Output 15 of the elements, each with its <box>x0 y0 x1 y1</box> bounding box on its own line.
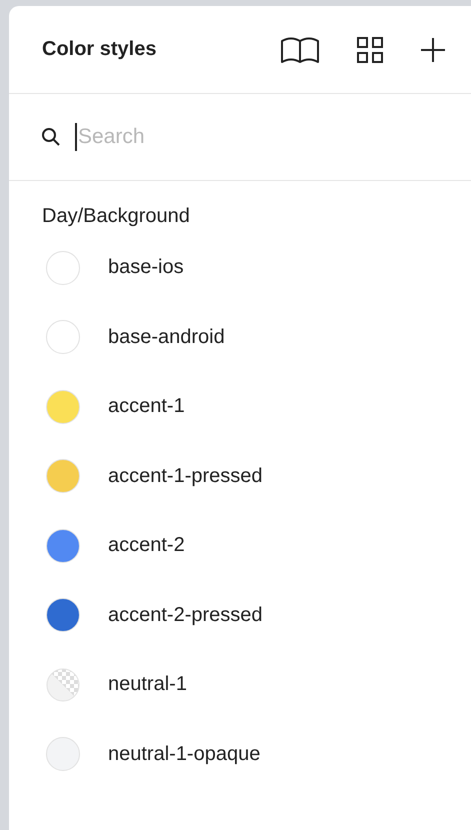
style-name[interactable]: neutral-1-opaque <box>108 742 260 766</box>
panel-title: Color styles <box>42 38 156 61</box>
style-name[interactable]: accent-2 <box>108 534 185 558</box>
style-name[interactable]: neutral-1 <box>108 673 187 696</box>
book-icon[interactable] <box>280 34 320 64</box>
search-field[interactable]: Search <box>75 123 328 151</box>
style-name[interactable]: accent-1 <box>108 395 185 418</box>
search-icon <box>41 127 61 147</box>
add-icon[interactable] <box>420 36 446 62</box>
style-name[interactable]: accent-2-pressed <box>108 604 263 627</box>
grid-icon[interactable] <box>356 36 384 64</box>
group-label: Day/Background <box>41 204 191 229</box>
style-name[interactable]: base-ios <box>108 256 184 280</box>
style-name[interactable]: accent-1-pressed <box>108 464 263 488</box>
style-name[interactable]: base-android <box>108 326 225 349</box>
